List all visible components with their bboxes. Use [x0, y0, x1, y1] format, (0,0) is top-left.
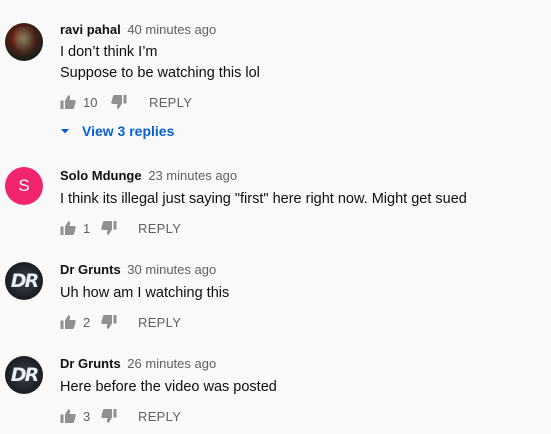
- comment-actions: 10 REPLY: [60, 92, 192, 112]
- comment-actions: 3 REPLY: [60, 406, 181, 426]
- thumbs-up-icon[interactable]: [60, 220, 76, 236]
- like-count: 2: [83, 314, 91, 330]
- like-count: 1: [83, 220, 91, 236]
- thumbs-down-icon[interactable]: [101, 220, 117, 236]
- reply-button[interactable]: REPLY: [138, 315, 181, 330]
- comment-line: Suppose to be watching this lol: [60, 65, 260, 81]
- thumbs-up-icon[interactable]: [60, 94, 76, 110]
- comment-line: I think its illegal just saying "first" …: [60, 191, 467, 207]
- comment-line: Here before the video was posted: [60, 379, 277, 395]
- comment-timestamp[interactable]: 40 minutes ago: [127, 22, 216, 37]
- comment-text: I think its illegal just saying "first" …: [60, 189, 467, 210]
- author-name[interactable]: Dr Grunts: [60, 356, 121, 371]
- caret-down-icon: [61, 129, 69, 134]
- comment-header: Dr Grunts 26 minutes ago: [60, 356, 216, 371]
- avatar-letter: DR: [10, 270, 39, 292]
- comment-timestamp[interactable]: 30 minutes ago: [127, 262, 216, 277]
- author-name[interactable]: Dr Grunts: [60, 262, 121, 277]
- comment-actions: 1 REPLY: [60, 218, 181, 238]
- view-replies-button[interactable]: View 3 replies: [60, 123, 174, 139]
- comment-header: Solo Mdunge 23 minutes ago: [60, 168, 237, 183]
- comment-header: Dr Grunts 30 minutes ago: [60, 262, 216, 277]
- author-name[interactable]: ravi pahal: [60, 22, 121, 37]
- reply-button[interactable]: REPLY: [149, 95, 192, 110]
- comment-line: Uh how am I watching this: [60, 285, 230, 301]
- comment-text: Here before the video was posted: [60, 377, 277, 398]
- view-replies-label: View 3 replies: [82, 123, 175, 139]
- thumbs-up-icon[interactable]: [60, 314, 76, 330]
- comment-line: I don’t think I’m: [60, 44, 158, 60]
- thumbs-up-icon[interactable]: [60, 408, 76, 424]
- thumbs-down-icon[interactable]: [111, 94, 127, 110]
- like-count: 3: [83, 408, 91, 424]
- author-name[interactable]: Solo Mdunge: [60, 168, 142, 183]
- comment-timestamp[interactable]: 23 minutes ago: [148, 168, 237, 183]
- avatar[interactable]: DR: [5, 262, 43, 300]
- comment-actions: 2 REPLY: [60, 312, 181, 332]
- avatar[interactable]: DR: [5, 356, 43, 394]
- avatar[interactable]: [5, 23, 43, 61]
- avatar-letter: DR: [10, 364, 39, 386]
- avatar-letter: S: [18, 176, 30, 195]
- thumbs-down-icon[interactable]: [101, 314, 117, 330]
- comment-text: I don’t think I’m Suppose to be watching…: [60, 42, 260, 84]
- thumbs-down-icon[interactable]: [101, 408, 117, 424]
- like-count: 10: [83, 94, 98, 110]
- comment-text: Uh how am I watching this: [60, 283, 229, 304]
- reply-button[interactable]: REPLY: [138, 409, 181, 424]
- comment-timestamp[interactable]: 26 minutes ago: [127, 356, 216, 371]
- comment-header: ravi pahal 40 minutes ago: [60, 22, 216, 37]
- avatar[interactable]: S: [5, 167, 43, 205]
- reply-button[interactable]: REPLY: [138, 221, 181, 236]
